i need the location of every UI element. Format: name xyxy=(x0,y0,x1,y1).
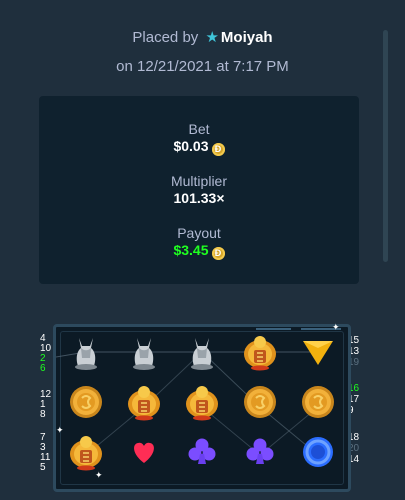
scarab-gold-symbol xyxy=(240,332,280,372)
placed-by-line: Placed by ★ Moiyah xyxy=(0,28,405,46)
bet-details-modal: Placed by ★ Moiyah on 12/21/2021 at 7:17 … xyxy=(0,0,405,500)
blue-ring-symbol xyxy=(298,432,338,472)
payout-amount: $3.45 Đ xyxy=(39,241,359,260)
payline-number: 6 xyxy=(40,363,46,374)
username-link[interactable]: Moiyah xyxy=(221,29,273,46)
club-gem-symbol xyxy=(182,432,222,472)
bet-stat: Bet $0.03 Đ xyxy=(39,121,359,156)
multiplier-value: 101.33× xyxy=(173,190,225,206)
gold-coin-symbol xyxy=(66,382,106,422)
jackal-statue-symbol xyxy=(66,332,106,372)
gold-coin-symbol xyxy=(298,382,338,422)
payout-label: Payout xyxy=(177,225,221,241)
placed-by-label: Placed by xyxy=(132,29,199,46)
bet-label: Bet xyxy=(188,121,210,137)
payout-value: $3.45 xyxy=(173,242,209,258)
payline-number: 5 xyxy=(40,462,46,473)
multiplier-label: Multiplier xyxy=(170,173,227,189)
scarab-gold-symbol xyxy=(124,382,164,422)
jackal-statue-symbol xyxy=(182,332,222,372)
jackal-statue-symbol xyxy=(124,332,164,372)
payout-stat: Payout $3.45 Đ xyxy=(39,225,359,260)
bet-value: $0.03 xyxy=(173,138,209,154)
gold-coin-symbol xyxy=(240,382,280,422)
multiplier-stat: Multiplier 101.33× xyxy=(39,173,359,207)
dogecoin-icon: Đ xyxy=(211,247,225,260)
heart-gem-symbol xyxy=(124,432,164,472)
dogecoin-icon: Đ xyxy=(211,143,225,156)
sparkle-icon: ✦ xyxy=(332,322,340,332)
sparkle-icon: ✦ xyxy=(56,425,64,435)
triangle-gem-symbol xyxy=(298,332,338,372)
bet-date: on 12/21/2021 at 7:17 PM xyxy=(116,58,289,75)
scarab-gold-symbol xyxy=(182,382,222,422)
bet-stats-panel: Bet $0.03 Đ Multiplier 101.33× Payout $3.… xyxy=(39,96,359,284)
slot-board xyxy=(53,324,351,492)
bet-amount: $0.03 Đ xyxy=(39,137,359,156)
user-star-icon: ★ xyxy=(205,29,219,46)
club-gem-symbol xyxy=(240,432,280,472)
scrollbar[interactable] xyxy=(383,30,388,262)
sparkle-icon: ✦ xyxy=(95,470,103,480)
scarab-gold-symbol xyxy=(66,432,106,472)
payline-number: 8 xyxy=(40,409,46,420)
